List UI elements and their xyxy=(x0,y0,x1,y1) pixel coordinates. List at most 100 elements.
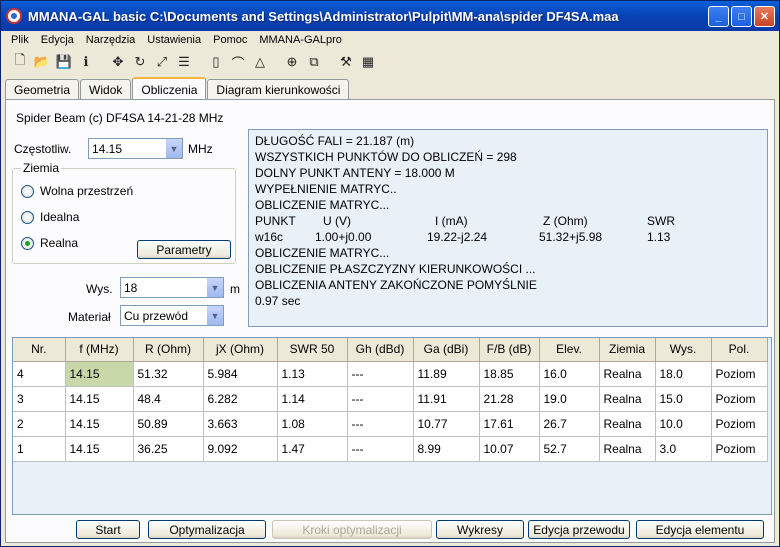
open-folder-icon[interactable]: 📂 xyxy=(33,53,51,71)
table-cell[interactable]: 18.85 xyxy=(479,361,540,387)
tune-icon[interactable]: ☰ xyxy=(175,53,193,71)
info-icon[interactable]: ℹ xyxy=(77,53,95,71)
table-cell[interactable]: 3.663 xyxy=(203,411,278,437)
title-bar[interactable]: MMANA-GAL basic C:\Documents and Setting… xyxy=(1,1,779,31)
table-cell[interactable]: 10.07 xyxy=(479,436,540,462)
menu-help[interactable]: Pomoc xyxy=(207,34,253,46)
table-cell[interactable]: Realna xyxy=(599,411,656,437)
frequency-combo[interactable]: 14.15 ▼ xyxy=(88,138,183,159)
table-cell[interactable]: 8.99 xyxy=(413,436,480,462)
radio-perfect[interactable]: Idealna xyxy=(21,210,79,224)
table-cell[interactable]: 6.282 xyxy=(203,386,278,412)
minimize-button[interactable]: _ xyxy=(708,6,729,27)
table-cell[interactable]: --- xyxy=(347,386,414,412)
table-cell[interactable]: 14.15 xyxy=(65,386,134,412)
table-cell[interactable]: Realna xyxy=(599,386,656,412)
table-cell[interactable]: 18.0 xyxy=(655,361,712,387)
column-header[interactable]: SWR 50 xyxy=(277,338,348,362)
table-cell[interactable]: 11.89 xyxy=(413,361,480,387)
copy-icon[interactable]: ⧉ xyxy=(305,53,323,71)
table-cell[interactable]: 1 xyxy=(13,436,66,462)
tab-view[interactable]: Widok xyxy=(80,79,132,99)
table-cell[interactable]: 50.89 xyxy=(133,411,204,437)
column-header[interactable]: f (MHz) xyxy=(65,338,134,362)
close-button[interactable]: ✕ xyxy=(754,6,775,27)
move-icon[interactable]: ✥ xyxy=(109,53,127,71)
calculator-icon[interactable]: ▦ xyxy=(359,53,377,71)
table-row[interactable]: 1 14.15 36.25 9.092 1.47 --- 8.99 10.07 52.7 Real… xyxy=(13,436,768,462)
table-cell[interactable]: 3.0 xyxy=(655,436,712,462)
results-table[interactable]: Nr. f (MHz) R (Ohm) jX (Ohm) SWR 50 Gh (… xyxy=(12,337,772,515)
table-cell[interactable]: Poziom xyxy=(711,361,768,387)
table-cell[interactable]: --- xyxy=(347,411,414,437)
column-header[interactable]: Wys. xyxy=(655,338,712,362)
edit-element-button[interactable]: Edycja elementu xyxy=(636,520,764,539)
table-cell[interactable]: 2 xyxy=(13,411,66,437)
table-cell[interactable]: Poziom xyxy=(711,436,768,462)
height-combo[interactable]: 18 ▼ xyxy=(120,277,224,298)
column-header[interactable]: Pol. xyxy=(711,338,768,362)
start-button[interactable]: Start xyxy=(76,520,140,539)
table-cell[interactable]: 1.08 xyxy=(277,411,348,437)
tab-geometry[interactable]: Geometria xyxy=(5,79,80,99)
material-combo[interactable]: Cu przewód ▼ xyxy=(120,305,224,326)
rotate-icon[interactable]: ↻ xyxy=(131,53,149,71)
target-icon[interactable]: ⊕ xyxy=(283,53,301,71)
radio-free-space[interactable]: Wolna przestrzeń xyxy=(21,184,133,198)
table-cell[interactable]: 3 xyxy=(13,386,66,412)
triangle-icon[interactable]: △ xyxy=(251,53,269,71)
chevron-down-icon[interactable]: ▼ xyxy=(165,139,182,158)
table-cell[interactable]: 51.32 xyxy=(133,361,204,387)
table-cell[interactable]: 14.15 xyxy=(65,436,134,462)
table-cell[interactable]: 1.13 xyxy=(277,361,348,387)
table-cell[interactable]: Realna xyxy=(599,361,656,387)
table-cell[interactable]: 14.15 xyxy=(65,411,134,437)
radio-icon[interactable] xyxy=(21,210,34,224)
column-header[interactable]: Ziemia xyxy=(599,338,656,362)
table-cell[interactable]: 14.15 xyxy=(65,361,134,387)
table-cell[interactable]: 52.7 xyxy=(539,436,600,462)
table-cell[interactable]: 21.28 xyxy=(479,386,540,412)
menu-settings[interactable]: Ustawienia xyxy=(141,34,207,46)
table-cell[interactable]: --- xyxy=(347,361,414,387)
table-row[interactable]: 4 14.15 51.32 5.984 1.13 --- 11.89 18.85 16.0 Rea… xyxy=(13,361,768,387)
save-icon[interactable]: 💾 xyxy=(55,53,73,71)
table-cell[interactable]: 26.7 xyxy=(539,411,600,437)
table-cell[interactable]: 15.0 xyxy=(655,386,712,412)
column-header[interactable]: Elev. xyxy=(539,338,600,362)
table-cell[interactable]: 9.092 xyxy=(203,436,278,462)
table-cell[interactable]: 19.0 xyxy=(539,386,600,412)
table-cell[interactable]: Realna xyxy=(599,436,656,462)
page-icon[interactable]: ▯ xyxy=(207,53,225,71)
table-row[interactable]: 2 14.15 50.89 3.663 1.08 --- 10.77 17.61 26.7 Rea… xyxy=(13,411,768,437)
table-cell[interactable]: 36.25 xyxy=(133,436,204,462)
menu-gal-pro[interactable]: MMANA-GALpro xyxy=(253,34,348,46)
table-cell[interactable]: 1.14 xyxy=(277,386,348,412)
table-cell[interactable]: Poziom xyxy=(711,386,768,412)
new-file-icon[interactable]: 🗋 xyxy=(11,52,29,71)
column-header[interactable]: Nr. xyxy=(13,338,66,362)
table-cell[interactable]: 11.91 xyxy=(413,386,480,412)
radio-checked-icon[interactable] xyxy=(21,236,34,250)
optimize-button[interactable]: Optymalizacja xyxy=(148,520,266,539)
tab-directional-diagram[interactable]: Diagram kierunkowości xyxy=(207,79,350,99)
column-header[interactable]: F/B (dB) xyxy=(479,338,540,362)
table-cell[interactable]: 10.77 xyxy=(413,411,480,437)
radio-real[interactable]: Realna xyxy=(21,236,78,250)
app-icon[interactable] xyxy=(6,8,22,24)
maximize-button[interactable]: □ xyxy=(731,6,752,27)
table-cell[interactable]: Poziom xyxy=(711,411,768,437)
table-cell[interactable]: 48.4 xyxy=(133,386,204,412)
table-cell[interactable]: 16.0 xyxy=(539,361,600,387)
menu-edit[interactable]: Edycja xyxy=(35,34,80,46)
measure-icon[interactable]: ⌒ xyxy=(229,53,247,71)
tools-icon[interactable]: ⚒ xyxy=(337,53,355,71)
table-cell[interactable]: --- xyxy=(347,436,414,462)
chevron-down-icon[interactable]: ▼ xyxy=(206,306,223,325)
table-cell[interactable]: 5.984 xyxy=(203,361,278,387)
column-header[interactable]: Gh (dBd) xyxy=(347,338,414,362)
table-cell[interactable]: 4 xyxy=(13,361,66,387)
column-header[interactable]: R (Ohm) xyxy=(133,338,204,362)
table-row[interactable]: 3 14.15 48.4 6.282 1.14 --- 11.91 21.28 19.0 Real… xyxy=(13,386,768,412)
chevron-down-icon[interactable]: ▼ xyxy=(206,278,223,297)
